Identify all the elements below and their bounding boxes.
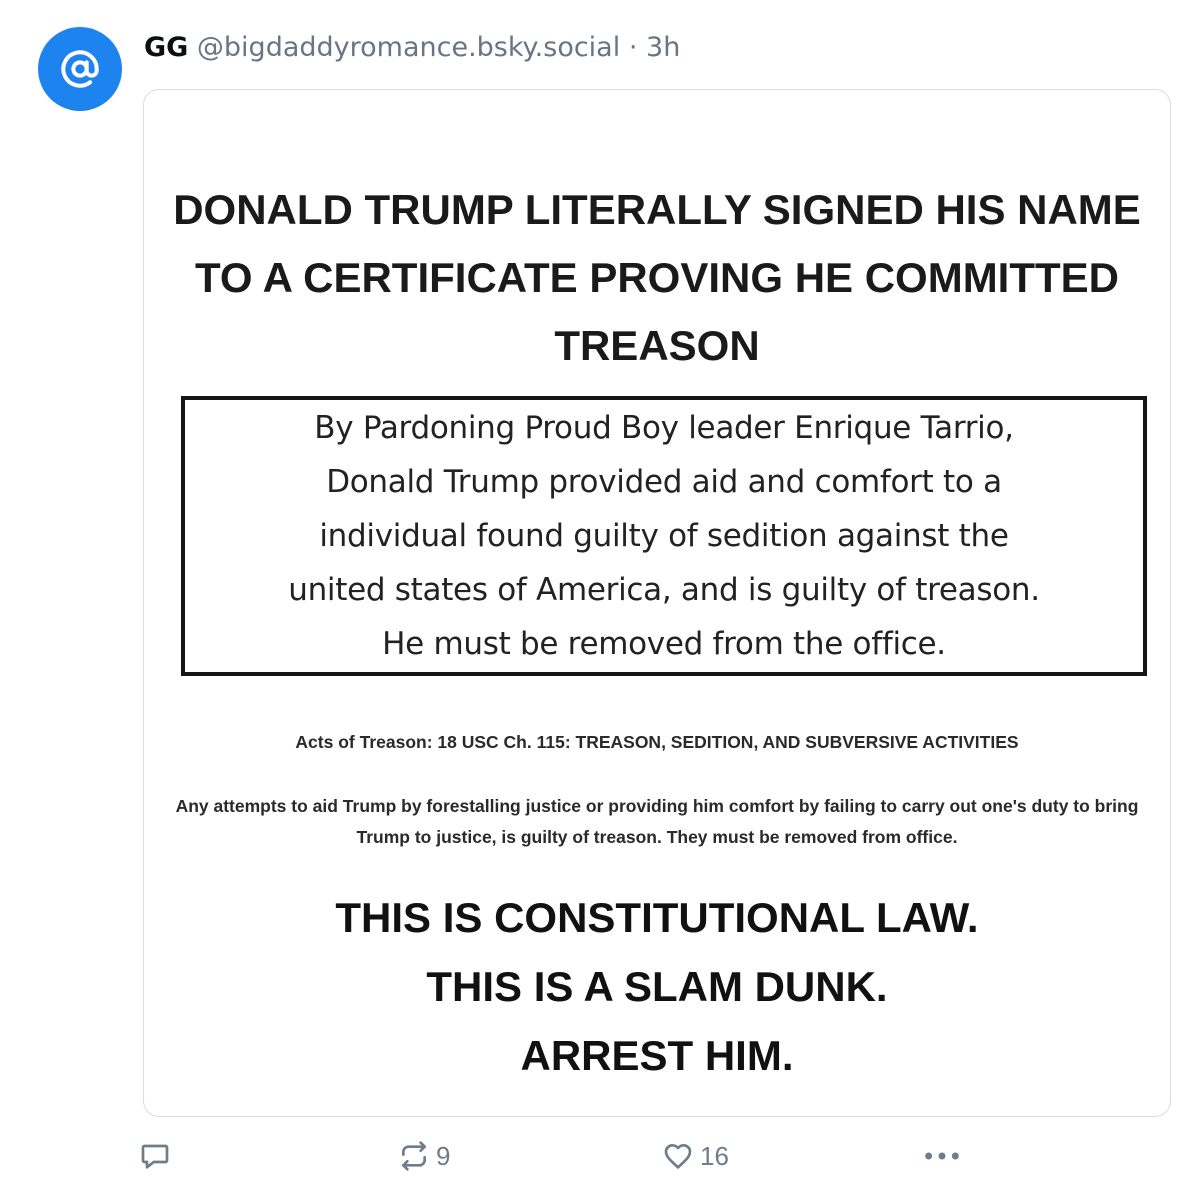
image-embed[interactable]: DONALD TRUMP LITERALLY SIGNED HIS NAME T…: [143, 89, 1171, 1117]
handle[interactable]: @bigdaddyromance.bsky.social: [197, 32, 620, 63]
avatar[interactable]: [38, 27, 122, 111]
like-count: 16: [700, 1140, 729, 1171]
poster-attempts-paragraph: Any attempts to aid Trump by forestallin…: [175, 796, 1139, 847]
display-name[interactable]: GG: [144, 32, 188, 63]
repost-icon: [402, 1141, 426, 1171]
comment-icon: [141, 1144, 169, 1169]
boxed-line: Donald Trump provided aid and comfort to…: [326, 464, 1002, 500]
separator: ·: [628, 32, 638, 63]
reply-button[interactable]: [139, 1138, 171, 1174]
poster-closing: THIS IS CONSTITUTIONAL LAW. THIS IS A SL…: [164, 883, 1150, 1090]
repost-button[interactable]: 9: [398, 1138, 450, 1174]
closing-line: THIS IS A SLAM DUNK.: [426, 963, 888, 1010]
like-button[interactable]: 16: [662, 1138, 729, 1174]
post-header: GG @bigdaddyromance.bsky.social · 3h: [144, 30, 680, 66]
at-sign-icon: [61, 50, 99, 88]
more-options-button[interactable]: [922, 1138, 962, 1174]
boxed-line: By Pardoning Proud Boy leader Enrique Ta…: [314, 410, 1014, 446]
post: GG @bigdaddyromance.bsky.social · 3h DON…: [0, 0, 1204, 1200]
poster-headline: DONALD TRUMP LITERALLY SIGNED HIS NAME T…: [173, 186, 1141, 369]
boxed-line: individual found guilty of sedition agai…: [319, 518, 1009, 554]
repost-count: 9: [436, 1140, 451, 1171]
boxed-line: united states of America, and is guilty …: [288, 572, 1040, 608]
poster-boxed-statement: By Pardoning Proud Boy leader Enrique Ta…: [181, 396, 1147, 676]
closing-line: THIS IS CONSTITUTIONAL LAW.: [335, 894, 979, 941]
boxed-line: He must be removed from the office.: [382, 626, 946, 662]
heart-icon: [664, 1144, 692, 1169]
poster-acts-line: Acts of Treason: 18 USC Ch. 115: TREASON…: [295, 732, 1019, 752]
closing-line: ARREST HIM.: [520, 1032, 794, 1079]
timestamp[interactable]: 3h: [646, 32, 680, 63]
more-icon: [925, 1152, 959, 1160]
poster-image: DONALD TRUMP LITERALLY SIGNED HIS NAME T…: [144, 90, 1170, 1116]
